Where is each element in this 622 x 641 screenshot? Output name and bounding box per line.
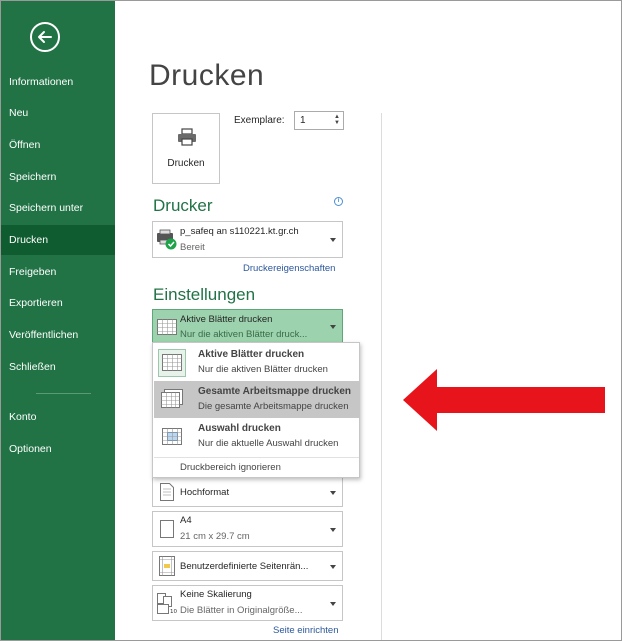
- selected-option-title: Aktive Blätter drucken: [180, 314, 273, 325]
- sidebar-item-veroeffentlichen[interactable]: Veröffentlichen: [1, 320, 115, 350]
- sidebar-divider: [36, 393, 91, 394]
- paper-size-value: A4: [180, 515, 192, 526]
- print-button-label: Drucken: [167, 158, 205, 169]
- scaling-subtitle: Die Blätter in Originalgröße...: [180, 605, 303, 616]
- page-setup-link[interactable]: Seite einrichten: [273, 625, 338, 636]
- column-divider: [381, 113, 382, 640]
- chevron-down-icon: [330, 325, 336, 329]
- chevron-down-icon: [330, 565, 336, 569]
- paper-dims-value: 21 cm x 29.7 cm: [180, 531, 250, 542]
- selected-option-subtitle: Nur die aktiven Blätter druck...: [180, 329, 308, 340]
- sidebar-item-optionen[interactable]: Optionen: [1, 434, 115, 464]
- orientation-value: Hochformat: [180, 487, 230, 498]
- info-icon[interactable]: i: [334, 197, 343, 206]
- menu-item-title: Gesamte Arbeitsmappe drucken: [198, 386, 352, 397]
- menu-item-subtitle: Die gesamte Arbeitsmappe drucken: [198, 401, 349, 412]
- paper-size-dropdown[interactable]: A4 21 cm x 29.7 cm: [152, 511, 343, 547]
- margins-icon: [159, 556, 175, 576]
- red-arrow-annotation: [403, 369, 605, 431]
- sidebar: Informationen Neu Öffnen Speichern Speic…: [1, 1, 115, 640]
- scaling-icon: 100: [157, 593, 177, 615]
- chevron-down-icon: [330, 238, 336, 242]
- printer-section-title: Drucker: [153, 196, 213, 215]
- copies-stepper[interactable]: 1 ▲ ▼: [294, 111, 344, 130]
- portrait-page-icon: [160, 483, 174, 501]
- workbook-icon: [161, 389, 183, 408]
- menu-item-subtitle: Nur die aktiven Blätter drucken: [198, 364, 328, 375]
- menu-item-subtitle: Nur die aktuelle Auswahl drucken: [198, 438, 339, 449]
- sidebar-item-informationen[interactable]: Informationen: [1, 67, 115, 97]
- printer-dropdown[interactable]: p_safeq an s110221.kt.gr.ch Bereit: [152, 221, 343, 258]
- menu-item-entire-workbook[interactable]: Gesamte Arbeitsmappe drucken Die gesamte…: [154, 381, 359, 418]
- sidebar-item-oeffnen[interactable]: Öffnen: [1, 130, 115, 160]
- page-title: Drucken: [149, 59, 265, 92]
- copies-label: Exemplare:: [234, 115, 285, 126]
- print-what-menu: Aktive Blätter drucken Nur die aktiven B…: [152, 342, 360, 478]
- printer-properties-link[interactable]: Druckereigenschaften: [243, 263, 335, 274]
- printer-icon: [178, 128, 196, 146]
- margins-value: Benutzerdefinierte Seitenrän...: [180, 561, 309, 572]
- sidebar-item-konto[interactable]: Konto: [1, 402, 115, 432]
- printer-ready-icon: [157, 229, 177, 250]
- menu-item-title: Aktive Blätter drucken: [198, 349, 305, 360]
- scaling-value: Keine Skalierung: [180, 589, 252, 600]
- sheet-icon: [157, 319, 177, 335]
- selection-icon: [162, 428, 182, 445]
- print-what-dropdown[interactable]: Aktive Blätter drucken Nur die aktiven B…: [152, 309, 343, 343]
- sidebar-item-drucken[interactable]: Drucken: [1, 225, 115, 255]
- menu-item-title: Auswahl drucken: [198, 423, 281, 434]
- menu-item-selection[interactable]: Auswahl drucken Nur die aktuelle Auswahl…: [154, 418, 359, 455]
- chevron-down-icon: [330, 528, 336, 532]
- back-button[interactable]: [30, 22, 60, 52]
- printer-status: Bereit: [180, 242, 205, 253]
- active-sheets-icon: [158, 349, 186, 377]
- margins-dropdown[interactable]: Benutzerdefinierte Seitenrän...: [152, 551, 343, 581]
- scaling-dropdown[interactable]: 100 Keine Skalierung Die Blätter in Orig…: [152, 585, 343, 621]
- svg-text:100: 100: [170, 609, 177, 615]
- sidebar-item-neu[interactable]: Neu: [1, 98, 115, 128]
- printer-name: p_safeq an s110221.kt.gr.ch: [180, 226, 299, 237]
- print-backstage: Informationen Neu Öffnen Speichern Speic…: [0, 0, 622, 641]
- copies-value: 1: [300, 115, 306, 126]
- chevron-down-icon: [330, 602, 336, 606]
- print-button[interactable]: Drucken: [152, 113, 220, 184]
- sidebar-item-speichern-unter[interactable]: Speichern unter: [1, 193, 115, 223]
- ignore-print-area-option[interactable]: Druckbereich ignorieren: [154, 457, 359, 477]
- orientation-dropdown[interactable]: Hochformat: [152, 477, 343, 507]
- paper-icon: [160, 520, 174, 538]
- sidebar-item-freigeben[interactable]: Freigeben: [1, 257, 115, 287]
- menu-item-active-sheets[interactable]: Aktive Blätter drucken Nur die aktiven B…: [154, 344, 359, 381]
- spin-arrows-icon[interactable]: ▲ ▼: [333, 114, 341, 127]
- sidebar-item-speichern[interactable]: Speichern: [1, 162, 115, 192]
- settings-section-title: Einstellungen: [153, 285, 256, 304]
- chevron-down-icon: [330, 491, 336, 495]
- back-arrow-icon: [38, 31, 52, 43]
- sidebar-item-exportieren[interactable]: Exportieren: [1, 288, 115, 318]
- sidebar-item-schliessen[interactable]: Schließen: [1, 352, 115, 382]
